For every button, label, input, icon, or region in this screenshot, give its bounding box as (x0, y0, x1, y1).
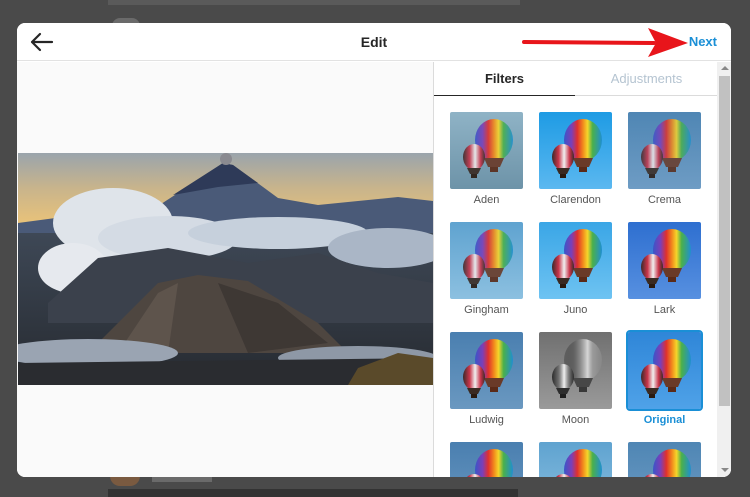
edit-options-pane: Filters Adjustments Aden Clarendon Crema… (433, 62, 731, 477)
edit-tabs: Filters Adjustments (434, 62, 717, 96)
background-avatar (110, 476, 140, 486)
background-page-strip (108, 0, 520, 5)
filter-thumbnail (539, 222, 612, 299)
scroll-down-arrow-icon[interactable] (721, 468, 729, 472)
filter-thumbnail-partial[interactable] (628, 442, 702, 477)
filter-ludwig[interactable]: Ludwig (450, 332, 524, 426)
filter-label: Moon (561, 414, 590, 426)
filter-thumbnail (539, 442, 612, 477)
filter-thumbnail (450, 442, 523, 477)
filter-crema[interactable]: Crema (628, 112, 702, 206)
filter-thumbnail (450, 332, 523, 409)
tab-filters[interactable]: Filters (434, 62, 575, 96)
filter-label: Ludwig (469, 414, 504, 426)
filter-thumbnail (626, 330, 703, 411)
filter-thumbnail (628, 112, 701, 189)
edit-dialog: Edit Next Filters Adjustments Aden Clare… (17, 23, 731, 477)
filter-juno[interactable]: Juno (539, 222, 613, 316)
filter-thumbnail-partial[interactable] (450, 442, 524, 477)
scrollbar-thumb[interactable] (719, 76, 730, 406)
filter-label: Aden (473, 194, 500, 206)
filter-thumbnail (539, 332, 612, 409)
dialog-title: Edit (360, 34, 388, 50)
dialog-header: Edit Next (17, 23, 731, 61)
filter-thumbnail (450, 222, 523, 299)
filter-scrollbar[interactable] (717, 62, 731, 477)
photo-preview-pane (17, 62, 433, 477)
filter-label: Clarendon (550, 194, 601, 206)
scroll-up-arrow-icon[interactable] (721, 66, 729, 70)
filter-lark[interactable]: Lark (628, 222, 702, 316)
next-button[interactable]: Next (689, 34, 717, 49)
filter-label: Crema (647, 194, 681, 206)
filter-thumbnail (628, 442, 701, 477)
filter-thumbnail-partial[interactable] (539, 442, 613, 477)
background-post-bar (108, 489, 518, 497)
filter-original[interactable]: Original (626, 330, 703, 426)
filter-grid: Aden Clarendon Crema Gingham Juno Lark L… (434, 96, 717, 477)
filter-thumbnail (450, 112, 523, 189)
filter-thumbnail (539, 112, 612, 189)
filter-label: Juno (563, 304, 588, 316)
background-username (152, 477, 212, 482)
filter-aden[interactable]: Aden (450, 112, 524, 206)
filter-thumbnail (628, 222, 701, 299)
filter-moon[interactable]: Moon (539, 332, 613, 426)
filter-label: Lark (653, 304, 676, 316)
filter-label: Gingham (464, 304, 509, 316)
tab-adjustments[interactable]: Adjustments (576, 62, 717, 96)
filter-clarendon[interactable]: Clarendon (539, 112, 613, 206)
filter-label: Original (643, 414, 686, 426)
filter-gingham[interactable]: Gingham (450, 222, 524, 316)
photo-preview (18, 153, 433, 385)
